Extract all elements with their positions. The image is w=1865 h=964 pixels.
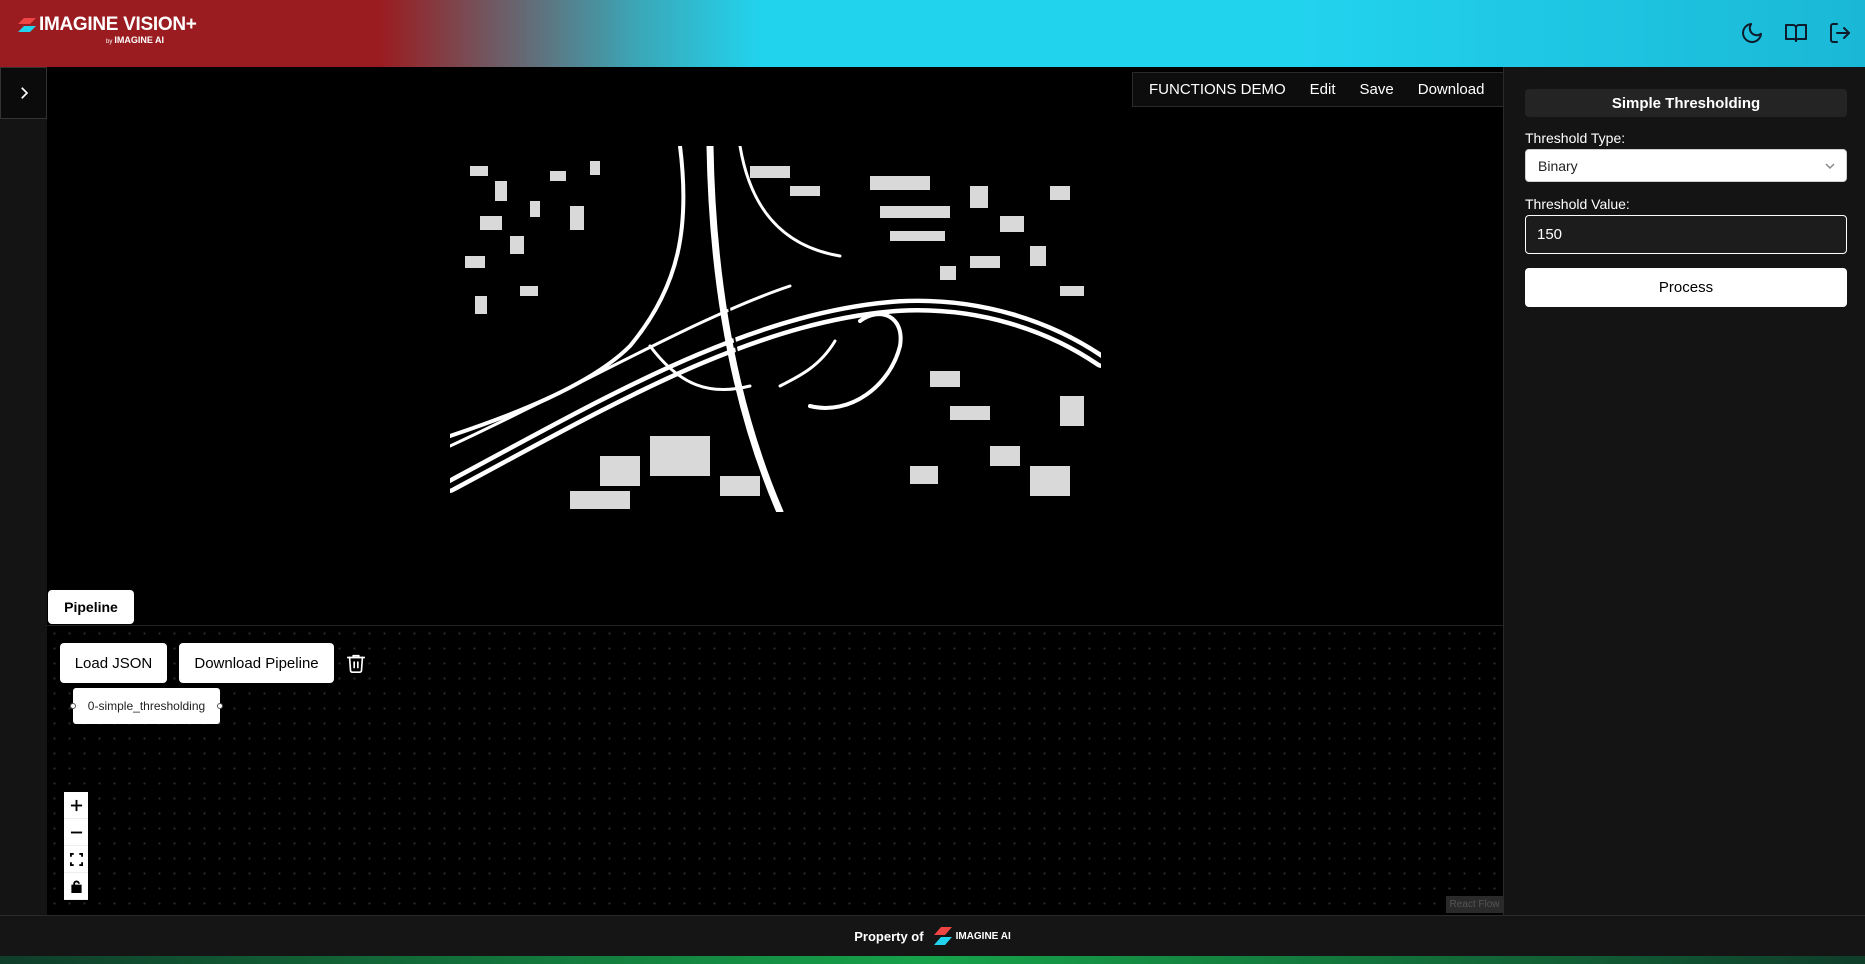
footer: Property of IMAGINE AI — [0, 915, 1865, 956]
threshold-type-select[interactable]: Binary — [1525, 149, 1847, 182]
fit-view-icon — [69, 852, 83, 866]
app-header: IMAGINE VISION+ by IMAGINE AI — [0, 0, 1865, 67]
flow-controls — [64, 792, 88, 900]
footer-company: IMAGINE AI — [955, 930, 1011, 942]
download-pipeline-button[interactable]: Download Pipeline — [179, 643, 334, 683]
threshold-type-value: Binary — [1538, 157, 1578, 174]
zoom-in-button[interactable] — [64, 792, 88, 819]
menu-save[interactable]: Save — [1348, 81, 1406, 98]
footer-text: Property of — [854, 928, 924, 944]
logo-mark-icon — [18, 18, 36, 32]
pipeline-node[interactable]: 0-simple_thresholding — [70, 688, 223, 724]
logout-icon — [1830, 23, 1850, 43]
panel-title: Simple Thresholding — [1525, 89, 1847, 117]
sidebar — [0, 67, 47, 915]
menu-title[interactable]: FUNCTIONS DEMO — [1133, 81, 1298, 98]
chevron-down-icon — [1825, 163, 1835, 170]
menu-download[interactable]: Download — [1406, 81, 1497, 98]
lock-icon — [70, 879, 82, 893]
tab-pipeline[interactable]: Pipeline — [48, 590, 134, 624]
book-icon — [1785, 24, 1807, 42]
menu-edit[interactable]: Edit — [1298, 81, 1348, 98]
minus-icon — [70, 831, 82, 833]
thresholded-aerial-image — [450, 146, 1101, 512]
sidebar-toggle-button[interactable] — [0, 67, 47, 119]
footer-logo: IMAGINE AI — [932, 925, 1011, 947]
delete-pipeline-button[interactable] — [345, 652, 367, 674]
logout-button[interactable] — [1825, 18, 1855, 48]
load-json-button[interactable]: Load JSON — [60, 643, 167, 683]
plus-icon — [70, 799, 82, 811]
company-logo-icon — [933, 927, 952, 945]
node-output-handle[interactable] — [217, 703, 223, 709]
brand-name: IMAGINE VISION+ — [39, 14, 197, 35]
threshold-value-label: Threshold Value: — [1525, 196, 1630, 212]
node-label: 0-simple_thresholding — [87, 699, 206, 713]
react-flow-attribution[interactable]: React Flow — [1446, 896, 1503, 913]
brand-logo: IMAGINE VISION+ by IMAGINE AI — [18, 14, 197, 45]
moon-icon — [1742, 23, 1762, 43]
process-button[interactable]: Process — [1525, 268, 1847, 307]
bottom-accent-bar — [0, 956, 1865, 964]
processed-image — [450, 146, 1101, 512]
theme-toggle-button[interactable] — [1737, 18, 1767, 48]
trash-icon — [346, 654, 366, 673]
brand-sub: by IMAGINE AI — [106, 35, 165, 45]
zoom-out-button[interactable] — [64, 819, 88, 846]
fit-view-button[interactable] — [64, 846, 88, 873]
threshold-value-input[interactable]: 150 — [1525, 215, 1847, 254]
top-menu: FUNCTIONS DEMO Edit Save Download — [1132, 72, 1504, 107]
docs-button[interactable] — [1781, 18, 1811, 48]
lock-button[interactable] — [64, 873, 88, 900]
threshold-type-label: Threshold Type: — [1525, 130, 1626, 146]
settings-panel — [1503, 67, 1865, 915]
node-input-handle[interactable] — [70, 703, 76, 709]
chevron-right-icon — [20, 87, 28, 99]
